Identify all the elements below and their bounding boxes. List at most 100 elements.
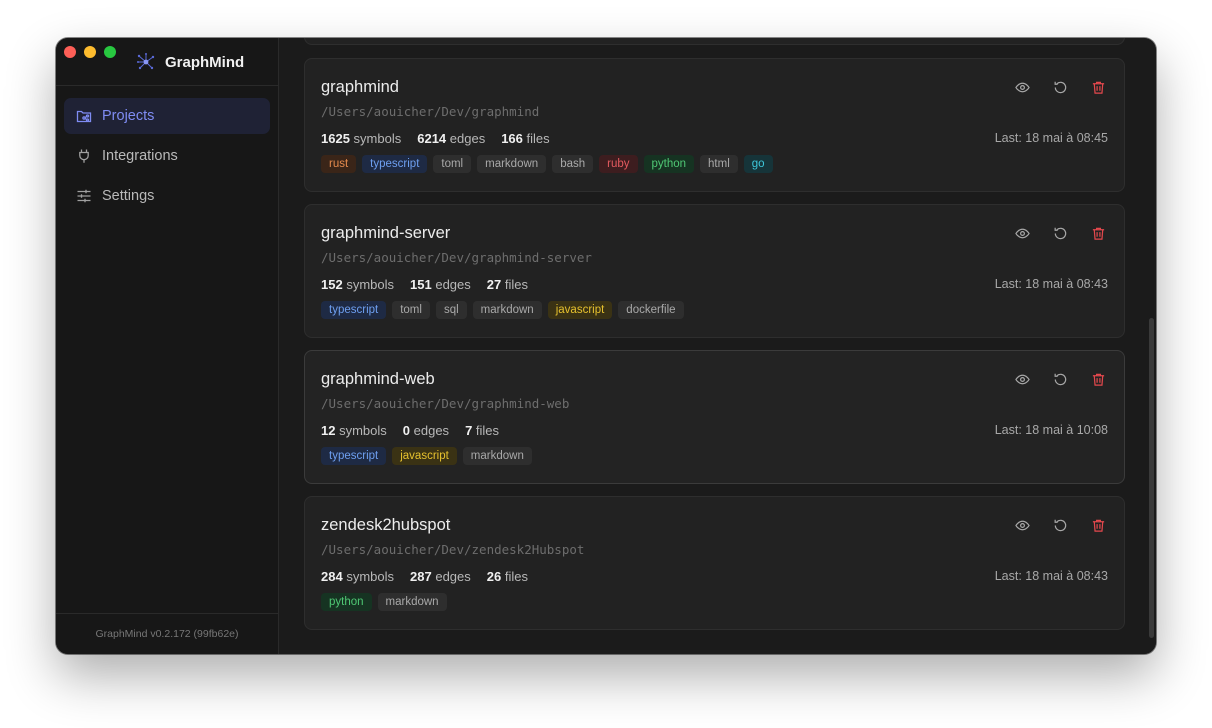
project-name: graphmind xyxy=(321,78,399,96)
project-path: /Users/aouicher/Dev/zendesk2Hubspot xyxy=(321,542,585,557)
window-controls xyxy=(64,46,116,58)
project-actions xyxy=(1014,225,1106,241)
sidebar-item-settings[interactable]: Settings xyxy=(64,178,270,214)
language-tag: typescript xyxy=(321,301,387,319)
last-indexed: Last: 18 mai à 10:08 xyxy=(994,423,1108,437)
refresh-icon xyxy=(1054,227,1066,239)
eye-icon xyxy=(1014,374,1030,384)
project-actions xyxy=(1014,79,1106,95)
sidebar: GraphMind Projects Integrations Settings… xyxy=(56,38,279,654)
reindex-project-button[interactable] xyxy=(1052,225,1068,241)
app-name: GraphMind xyxy=(165,53,245,71)
language-tag: dockerfile xyxy=(618,301,684,319)
projects-list[interactable]: graphmind /Users/aouicher/Dev/graphmind … xyxy=(279,38,1156,654)
project-card[interactable]: graphmind-web /Users/aouicher/Dev/graphm… xyxy=(304,350,1125,484)
project-actions xyxy=(1014,371,1106,387)
close-window-button[interactable] xyxy=(64,46,76,58)
sidebar-footer-divider xyxy=(56,613,278,614)
language-tag: javascript xyxy=(547,301,613,319)
folder-graph-icon xyxy=(76,110,92,123)
sidebar-item-integrations[interactable]: Integrations xyxy=(64,138,270,174)
edges-stat: 6214 edges xyxy=(417,131,486,146)
project-name: zendesk2hubspot xyxy=(321,516,451,534)
language-tag: javascript xyxy=(392,447,457,465)
eye-icon xyxy=(1014,82,1030,92)
eye-icon xyxy=(1014,520,1030,530)
delete-project-button[interactable] xyxy=(1090,371,1106,387)
project-card[interactable]: graphmind-server /Users/aouicher/Dev/gra… xyxy=(304,204,1125,338)
trash-icon xyxy=(1092,227,1104,240)
language-tag: python xyxy=(321,593,372,611)
language-tag: go xyxy=(743,155,773,173)
symbols-stat: 152 symbols xyxy=(321,277,395,292)
maximize-window-button[interactable] xyxy=(104,46,116,58)
project-card[interactable]: graphmind /Users/aouicher/Dev/graphmind … xyxy=(304,58,1125,192)
language-tag: typescript xyxy=(362,155,428,173)
project-actions xyxy=(1014,517,1106,533)
language-tag: markdown xyxy=(377,593,447,611)
refresh-icon xyxy=(1054,373,1066,385)
files-stat: 26 files xyxy=(486,569,528,584)
symbols-stat: 284 symbols xyxy=(321,569,395,584)
trash-icon xyxy=(1092,519,1104,532)
view-project-button[interactable] xyxy=(1014,79,1030,95)
project-stats: 152 symbols 151 edges 27 files xyxy=(321,277,528,292)
sidebar-item-projects[interactable]: Projects xyxy=(64,98,270,134)
delete-project-button[interactable] xyxy=(1090,79,1106,95)
view-project-button[interactable] xyxy=(1014,371,1030,387)
language-tags: typescript javascript markdown xyxy=(321,447,532,465)
language-tag: markdown xyxy=(462,447,532,465)
scrollbar[interactable] xyxy=(1149,318,1154,638)
reindex-project-button[interactable] xyxy=(1052,517,1068,533)
sidebar-item-label: Integrations xyxy=(102,148,178,164)
project-card[interactable]: zendesk2hubspot /Users/aouicher/Dev/zend… xyxy=(304,496,1125,630)
files-stat: 27 files xyxy=(486,277,528,292)
sidebar-item-label: Projects xyxy=(102,108,155,124)
project-name: graphmind-web xyxy=(321,370,435,388)
sidebar-nav: Projects Integrations Settings xyxy=(64,98,270,218)
delete-project-button[interactable] xyxy=(1090,517,1106,533)
symbols-stat: 12 symbols xyxy=(321,423,387,438)
language-tag: sql xyxy=(435,301,467,319)
language-tag: html xyxy=(700,155,738,173)
edges-stat: 287 edges xyxy=(410,569,471,584)
view-project-button[interactable] xyxy=(1014,225,1030,241)
language-tag: bash xyxy=(552,155,594,173)
language-tags: rust typescript toml markdown bash ruby … xyxy=(321,155,773,173)
language-tag: typescript xyxy=(321,447,387,465)
eye-icon xyxy=(1014,228,1030,238)
project-name: graphmind-server xyxy=(321,224,451,242)
sidebar-item-label: Settings xyxy=(102,188,155,204)
language-tag: ruby xyxy=(599,155,638,173)
language-tag: python xyxy=(643,155,695,173)
project-stats: 284 symbols 287 edges 26 files xyxy=(321,569,528,584)
language-tags: typescript toml sql markdown javascript … xyxy=(321,301,684,319)
last-indexed: Last: 18 mai à 08:45 xyxy=(994,131,1108,145)
graph-logo-icon xyxy=(137,53,155,70)
language-tag: rust xyxy=(321,155,357,173)
reindex-project-button[interactable] xyxy=(1052,79,1068,95)
delete-project-button[interactable] xyxy=(1090,225,1106,241)
project-path: /Users/aouicher/Dev/graphmind-server xyxy=(321,250,592,265)
language-tag: toml xyxy=(392,301,430,319)
language-tag: toml xyxy=(433,155,472,173)
view-project-button[interactable] xyxy=(1014,517,1030,533)
reindex-project-button[interactable] xyxy=(1052,371,1068,387)
project-path: /Users/aouicher/Dev/graphmind xyxy=(321,104,540,119)
minimize-window-button[interactable] xyxy=(84,46,96,58)
language-tag: markdown xyxy=(472,301,542,319)
last-indexed: Last: 18 mai à 08:43 xyxy=(994,569,1108,583)
language-tags: python markdown xyxy=(321,593,447,611)
files-stat: 166 files xyxy=(501,131,550,146)
app-version: GraphMind v0.2.172 (99fb62e) xyxy=(95,628,239,640)
project-stats: 12 symbols 0 edges 7 files xyxy=(321,423,499,438)
last-indexed: Last: 18 mai à 08:43 xyxy=(994,277,1108,291)
project-card-partial xyxy=(304,38,1125,45)
refresh-icon xyxy=(1054,519,1066,531)
project-path: /Users/aouicher/Dev/graphmind-web xyxy=(321,396,570,411)
sliders-icon xyxy=(77,189,91,203)
project-stats: 1625 symbols 6214 edges 166 files xyxy=(321,131,550,146)
edges-stat: 151 edges xyxy=(410,277,471,292)
files-stat: 7 files xyxy=(465,423,500,438)
edges-stat: 0 edges xyxy=(402,423,450,438)
